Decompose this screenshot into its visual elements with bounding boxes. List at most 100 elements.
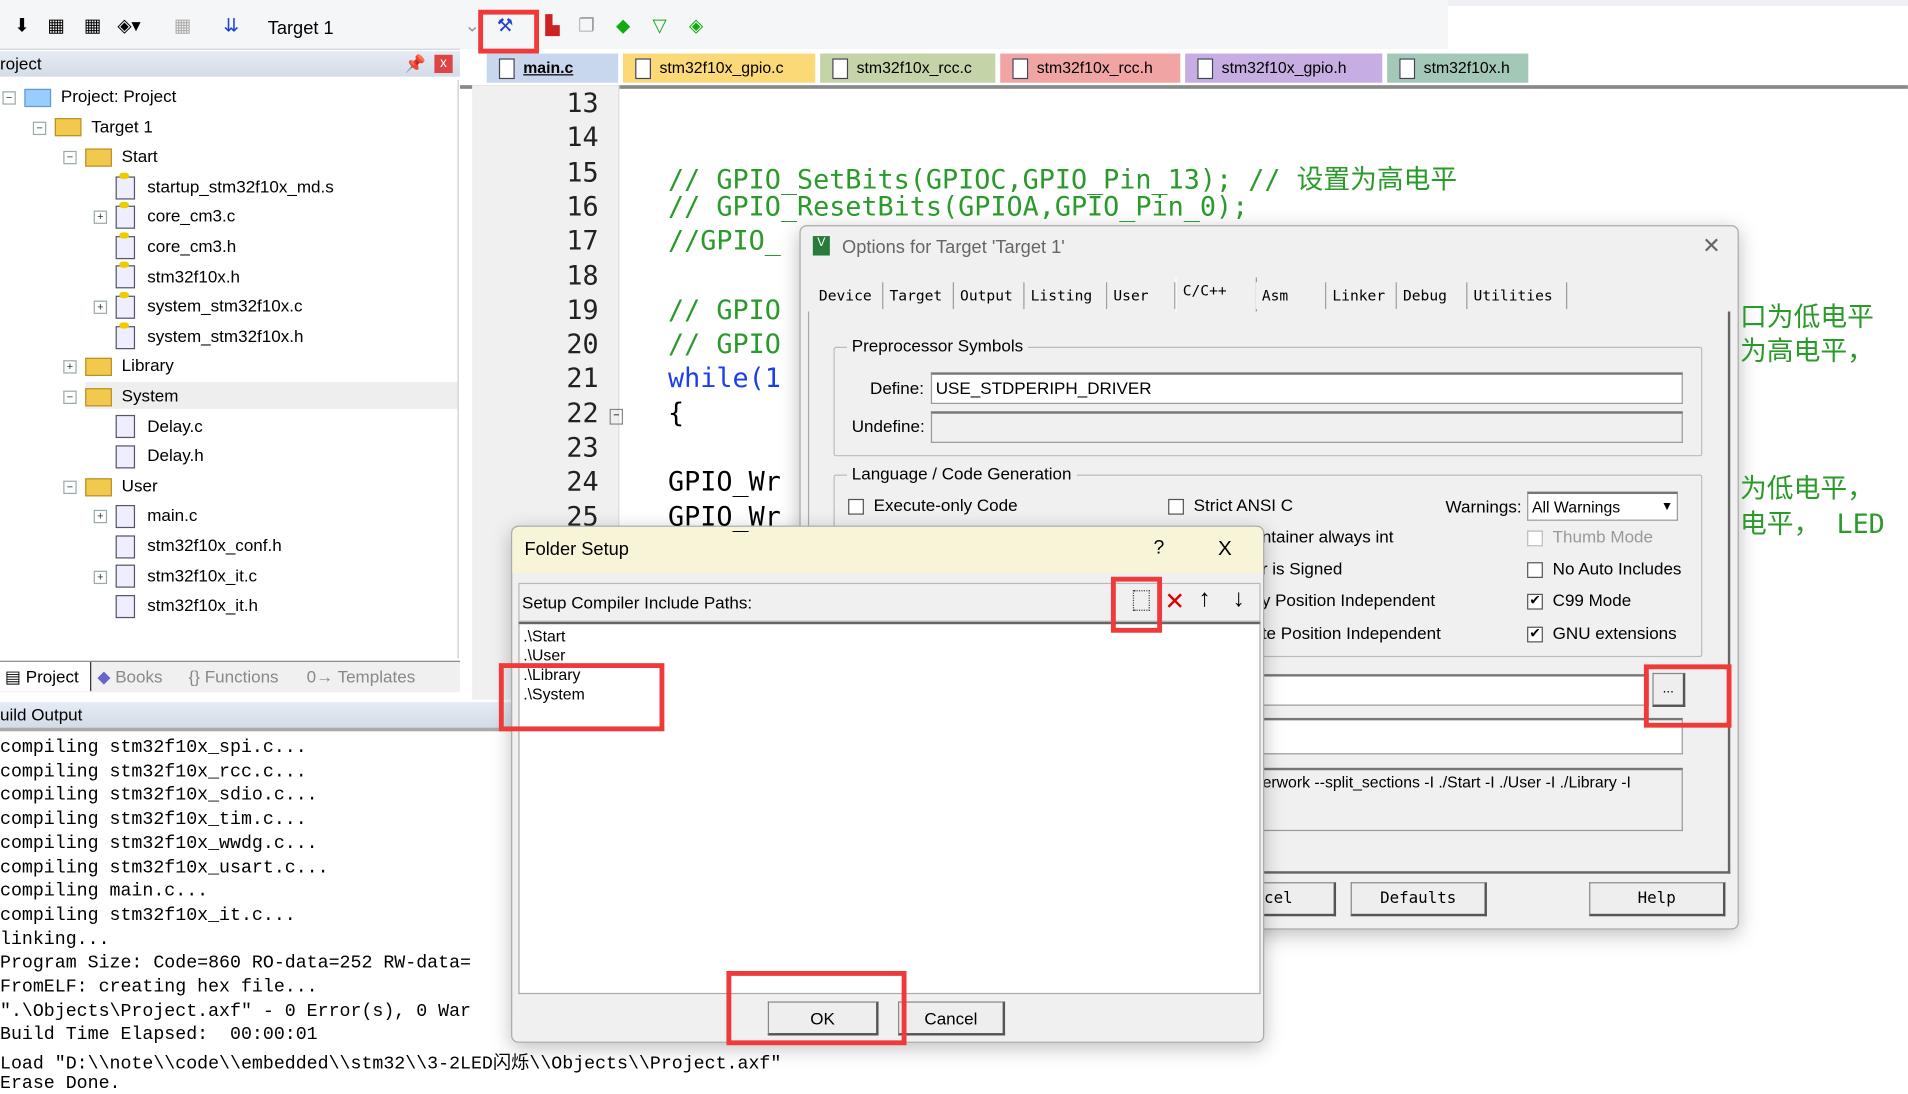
c99-mode-checkbox[interactable]: ✔ C99 Mode <box>1527 590 1631 610</box>
include-paths-input[interactable] <box>1253 674 1649 706</box>
close-icon[interactable]: x <box>434 54 453 74</box>
manage-multi-project-icon[interactable]: ❐ <box>574 15 598 39</box>
strict-ansi-checkbox[interactable]: Strict ANSI C <box>1168 495 1293 515</box>
help-icon[interactable]: ? <box>1154 538 1165 560</box>
options-tab[interactable]: Listing <box>1024 282 1108 310</box>
tree-item[interactable]: stm32f10x_it.c <box>115 562 257 589</box>
tab-books[interactable]: ◆ Books <box>97 662 162 691</box>
define-input[interactable]: USE_STDPERIPH_DRIVER <box>930 372 1683 404</box>
expand-icon[interactable]: + <box>93 510 108 524</box>
tree-item[interactable]: System <box>85 382 458 409</box>
rebuild-icon[interactable]: ▦ <box>80 15 104 39</box>
expand-icon[interactable]: + <box>93 300 108 315</box>
editor-tab[interactable]: stm32f10x_gpio.h <box>1185 53 1383 83</box>
tree-item[interactable]: User <box>85 472 158 499</box>
code-line[interactable]: GPIO_Wr <box>668 502 781 532</box>
code-line[interactable]: GPIO_Wr <box>668 468 781 498</box>
tree-item[interactable]: Target 1 <box>54 113 153 140</box>
collapse-icon[interactable]: − <box>32 121 47 135</box>
execute-only-checkbox[interactable]: Execute-only Code <box>848 495 1018 515</box>
code-line-tail: 为低电平， <box>1740 474 1874 506</box>
tree-item[interactable]: stm32f10x_conf.h <box>115 532 282 559</box>
cancel-button[interactable]: Cancel <box>897 1001 1006 1036</box>
close-icon[interactable]: X <box>1218 537 1232 561</box>
editor-tab[interactable]: stm32f10x_gpio.c <box>623 53 816 83</box>
collapse-icon[interactable]: − <box>63 151 77 165</box>
move-up-icon[interactable]: ↑ <box>1199 585 1211 613</box>
options-tab[interactable]: Target <box>883 282 954 310</box>
tab-functions[interactable]: {} Functions <box>189 662 279 691</box>
collapse-icon[interactable]: − <box>2 91 16 105</box>
expand-icon[interactable]: + <box>93 570 108 584</box>
move-down-icon[interactable]: ↓ <box>1233 585 1245 613</box>
warnings-select[interactable]: All Warnings ▼ <box>1527 491 1678 521</box>
tree-item[interactable]: Delay.c <box>115 412 203 439</box>
editor-tab[interactable]: stm32f10x.h <box>1387 53 1529 83</box>
file-extensions-icon[interactable]: ▙ <box>540 15 564 39</box>
checkbox-label: Thumb Mode <box>1552 526 1654 547</box>
code-line[interactable]: //GPIO_ <box>668 227 781 257</box>
options-tab[interactable]: Debug <box>1396 282 1468 310</box>
thumb-mode-checkbox[interactable]: Thumb Mode <box>1527 527 1653 546</box>
tree-item[interactable]: stm32f10x_it.h <box>115 592 258 619</box>
tree-item[interactable]: startup_stm32f10x_md.s <box>115 172 334 200</box>
help-button[interactable]: Help <box>1589 882 1726 917</box>
pack-installer-icon[interactable]: ◈ <box>684 15 708 39</box>
line-number: 13 <box>566 88 599 120</box>
options-tab[interactable]: C/C++ <box>1175 277 1257 312</box>
include-path-item[interactable]: .\Start <box>523 627 565 646</box>
tree-item[interactable]: core_cm3.c <box>115 202 235 229</box>
build-icon[interactable]: ▦ <box>44 15 68 39</box>
no-auto-includes-checkbox[interactable]: No Auto Includes <box>1527 559 1681 578</box>
defaults-button[interactable]: Defaults <box>1350 882 1487 917</box>
code-line[interactable]: while(1 <box>668 364 781 394</box>
cancel-button[interactable]: ncel <box>1253 882 1337 917</box>
tree-item[interactable]: system_stm32f10x.h <box>115 321 304 349</box>
code-line[interactable]: { <box>668 399 684 429</box>
options-tab[interactable]: Utilities <box>1467 282 1568 310</box>
tree-item[interactable]: core_cm3.h <box>115 232 236 259</box>
expand-icon[interactable]: + <box>93 210 108 225</box>
stop-build-icon[interactable]: ▦ <box>170 15 194 39</box>
tree-item-label: stm32f10x.h <box>147 265 241 286</box>
gnu-extensions-checkbox[interactable]: ✔ GNU extensions <box>1527 623 1677 642</box>
target-select[interactable]: Target 1 <box>268 18 334 39</box>
tree-item[interactable]: Library <box>85 352 174 379</box>
code-line[interactable]: // GPIO_ResetBits(GPIOA,GPIO_Pin_0); <box>668 192 1248 222</box>
delete-icon[interactable]: ✕ <box>1164 586 1184 616</box>
misc-controls-input[interactable] <box>1253 717 1683 755</box>
editor-tab[interactable]: stm32f10x_rcc.c <box>820 53 996 83</box>
editor-tab[interactable]: main.c <box>486 53 619 83</box>
batch-build-icon[interactable]: ◈▾ <box>117 15 141 39</box>
expand-icon[interactable]: + <box>63 360 77 375</box>
select-packs-icon[interactable]: ◆ <box>611 15 635 39</box>
code-line[interactable]: // GPIO <box>668 330 781 360</box>
options-tab[interactable]: Asm <box>1255 282 1327 310</box>
collapse-icon[interactable]: − <box>63 390 77 404</box>
code-line[interactable]: // GPIO_SetBits(GPIOC,GPIO_Pin_13); // 设… <box>668 158 1457 197</box>
options-tab[interactable]: Linker <box>1326 282 1397 310</box>
options-tab[interactable]: Device <box>812 282 884 310</box>
download-icon[interactable]: ⇊ <box>219 15 243 39</box>
tab-templates[interactable]: 0→ Templates <box>307 662 416 691</box>
warnings-value: All Warnings <box>1531 497 1621 516</box>
close-icon[interactable]: ✕ <box>1702 234 1720 260</box>
tree-item[interactable]: Project: Project <box>24 83 176 110</box>
tree-item-label: system_stm32f10x.h <box>147 325 304 346</box>
tab-project[interactable]: ▤ Project <box>0 661 92 692</box>
tree-item[interactable]: Start <box>85 143 158 170</box>
options-tab[interactable]: Output <box>953 282 1025 310</box>
pin-icon[interactable]: 📌 <box>405 51 426 77</box>
tree-item[interactable]: Delay.h <box>115 442 204 469</box>
undefine-input[interactable] <box>930 411 1683 443</box>
options-tab[interactable]: User <box>1107 282 1176 310</box>
translate-icon[interactable]: ⬇ <box>10 15 34 39</box>
collapse-icon[interactable]: − <box>63 480 77 494</box>
manage-run-time-icon[interactable]: ▽ <box>647 15 671 39</box>
fold-collapse-icon[interactable]: − <box>609 408 624 425</box>
code-line[interactable]: // GPIO <box>668 295 781 325</box>
editor-tab[interactable]: stm32f10x_rcc.h <box>1000 53 1181 83</box>
tree-item[interactable]: system_stm32f10x.c <box>115 292 303 319</box>
tree-item[interactable]: stm32f10x.h <box>115 262 241 289</box>
tree-item[interactable]: main.c <box>115 502 197 529</box>
